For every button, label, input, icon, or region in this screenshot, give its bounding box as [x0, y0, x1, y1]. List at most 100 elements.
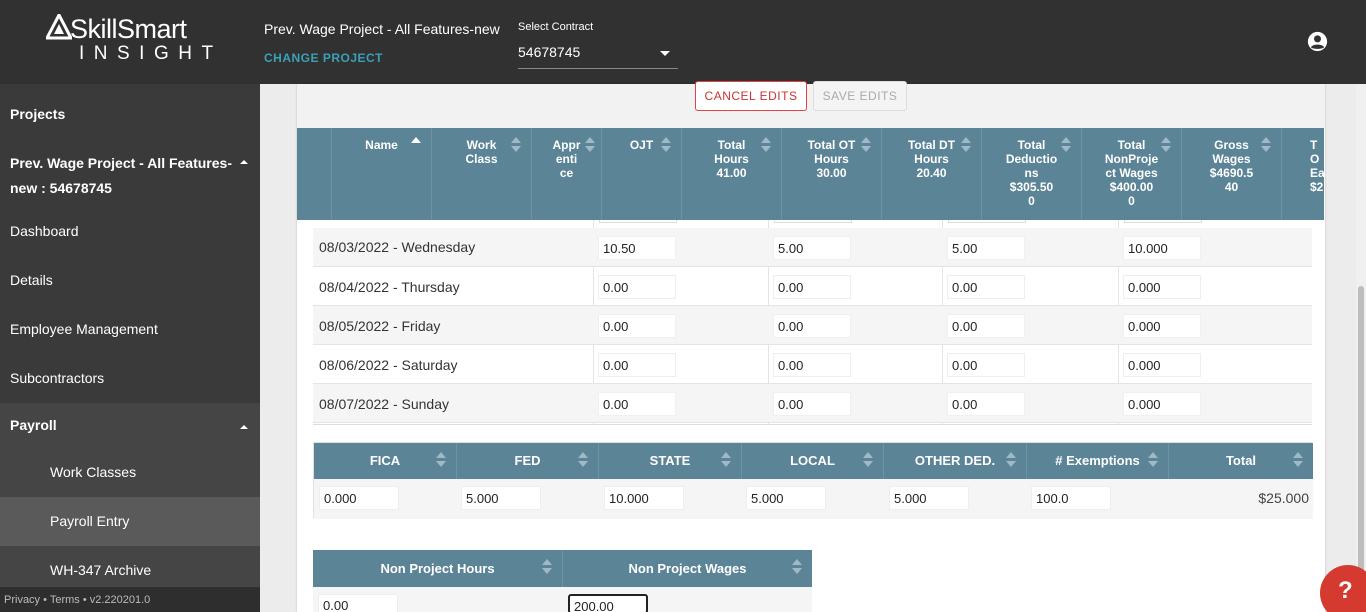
header-label: STATE [649, 453, 691, 468]
fica-input[interactable]: 0.000 [319, 486, 399, 510]
sort-icon[interactable] [863, 452, 873, 470]
sidebar-item-details[interactable]: Details [0, 272, 260, 288]
dt-hours-input[interactable]: 0.00 [947, 392, 1025, 416]
table-row: 08/03/2022 - Wednesday 10.50 5.00 5.00 1… [313, 228, 1312, 267]
sort-icon[interactable] [1148, 452, 1158, 470]
header-total-nonproject-wages[interactable]: Total NonProje ct Wages $400.00 0 [1082, 128, 1182, 220]
header-total-dt-hours[interactable]: Total DT Hours 20.40 [882, 128, 982, 220]
header-local[interactable]: LOCAL [742, 443, 884, 479]
regular-hours-input[interactable]: 0.00 [598, 314, 676, 338]
daily-hours-table: 08/03/2022 - Wednesday 10.50 5.00 5.00 1… [313, 220, 1312, 425]
header-total-ot-hours[interactable]: Total OT Hours 30.00 [782, 128, 882, 220]
header-ojt[interactable]: OJT [602, 128, 682, 220]
sidebar-item-wh347-archive[interactable]: WH-347 Archive [0, 546, 260, 587]
dt-hours-input[interactable]: 0.00 [947, 314, 1025, 338]
regular-hours-input[interactable]: 0.00 [598, 353, 676, 377]
rate-input[interactable]: 10.000 [1123, 236, 1201, 260]
header-label: T O Ear $2 [1310, 138, 1324, 194]
table-row: 08/07/2022 - Sunday 0.00 0.00 0.00 0.000 [313, 384, 1312, 423]
sort-icon[interactable] [542, 559, 552, 577]
header-exemptions[interactable]: # Exemptions [1027, 443, 1169, 479]
header-apprentice[interactable]: Appr enti ce [532, 128, 602, 220]
regular-hours-input[interactable]: 0.00 [598, 275, 676, 299]
header-label: Total [1225, 453, 1257, 468]
sidebar-item-projects[interactable]: Projects [0, 106, 260, 122]
header-total-deductions[interactable]: Total Deductio ns $305.50 0 [982, 128, 1082, 220]
exemptions-input[interactable]: 100.0 [1031, 486, 1111, 510]
ot-hours-input[interactable]: 0.00 [773, 392, 851, 416]
header-fica[interactable]: FICA [314, 443, 457, 479]
header-state[interactable]: STATE [599, 443, 742, 479]
sort-icon[interactable] [661, 137, 671, 155]
sidebar-item-payroll[interactable]: Payroll [0, 403, 260, 452]
non-project-row: 0.00 200.00 [313, 587, 812, 612]
table-row: 08/06/2022 - Saturday 0.00 0.00 0.00 0.0… [313, 345, 1312, 384]
sidebar-item-employee-management[interactable]: Employee Management [0, 321, 260, 337]
header-gross-wages[interactable]: Gross Wages $4690.5 40 [1182, 128, 1282, 220]
non-project-hours-input[interactable]: 0.00 [318, 594, 398, 612]
table-row: 08/04/2022 - Thursday 0.00 0.00 0.00 0.0… [313, 267, 1312, 306]
header-label: LOCAL [790, 453, 835, 468]
change-project-link[interactable]: CHANGE PROJECT [264, 51, 383, 65]
account-circle-icon[interactable] [1307, 31, 1328, 52]
state-input[interactable]: 10.000 [604, 486, 684, 510]
rate-input[interactable]: 0.000 [1123, 392, 1201, 416]
scrollbar-thumb[interactable] [1358, 286, 1364, 572]
header-non-project-hours[interactable]: Non Project Hours [313, 550, 563, 587]
sidebar-item-current-project[interactable]: Prev. Wage Project - All Features- new :… [0, 151, 260, 201]
deductions-table: FICA FED STATE LOCAL OTHER DED. # Exempt… [313, 442, 1313, 519]
rate-input[interactable]: 0.000 [1123, 275, 1201, 299]
local-input[interactable]: 5.000 [746, 486, 826, 510]
dt-hours-input[interactable]: 0.00 [947, 353, 1025, 377]
sort-icon[interactable] [1061, 137, 1071, 155]
day-label: 08/06/2022 - Saturday [319, 357, 458, 373]
skillsmart-logo[interactable]: SkillSmart INSIGHT [46, 14, 221, 64]
sidebar-item-work-classes[interactable]: Work Classes [0, 452, 260, 497]
sort-asc-icon[interactable] [411, 137, 421, 155]
sort-icon[interactable] [585, 137, 595, 155]
sidebar-item-subcontractors[interactable]: Subcontractors [0, 370, 260, 386]
sort-icon[interactable] [1006, 452, 1016, 470]
sort-icon[interactable] [792, 559, 802, 577]
ot-hours-input[interactable]: 5.00 [773, 236, 851, 260]
save-edits-button[interactable]: SAVE EDITS [813, 81, 907, 111]
sort-icon[interactable] [578, 452, 588, 470]
help-button[interactable]: ? [1320, 565, 1366, 612]
header-fed[interactable]: FED [457, 443, 599, 479]
header-total[interactable]: Total [1169, 443, 1313, 479]
header-total-other-earnings[interactable]: T O Ear $2 [1282, 128, 1324, 220]
current-project-line2: new : 54678745 [10, 180, 112, 196]
ot-hours-input[interactable]: 0.00 [773, 314, 851, 338]
ot-hours-input[interactable]: 0.00 [773, 353, 851, 377]
header-other-ded[interactable]: OTHER DED. [884, 443, 1027, 479]
sort-icon[interactable] [511, 137, 521, 155]
dt-hours-input[interactable]: 5.00 [947, 236, 1025, 260]
contract-select[interactable]: 54678745 [518, 40, 678, 69]
employee-grid-header: Name Work Class Appr enti ce OJT Total H… [297, 128, 1324, 220]
header-name[interactable]: Name [332, 128, 432, 220]
sort-icon[interactable] [1293, 452, 1303, 470]
dt-hours-input[interactable]: 0.00 [947, 275, 1025, 299]
ot-hours-input[interactable]: 0.00 [773, 275, 851, 299]
regular-hours-input[interactable]: 10.50 [598, 236, 676, 260]
sort-icon[interactable] [861, 137, 871, 155]
header-work-class[interactable]: Work Class [432, 128, 532, 220]
sort-icon[interactable] [1261, 137, 1271, 155]
cancel-edits-button[interactable]: CANCEL EDITS [695, 81, 807, 111]
other-ded-input[interactable]: 5.000 [889, 486, 969, 510]
sort-icon[interactable] [761, 137, 771, 155]
non-project-wages-input[interactable]: 200.00 [568, 594, 648, 612]
sidebar-item-payroll-entry[interactable]: Payroll Entry [0, 497, 260, 546]
sidebar-item-dashboard[interactable]: Dashboard [0, 223, 260, 239]
sort-icon[interactable] [436, 452, 446, 470]
rate-input[interactable]: 0.000 [1123, 353, 1201, 377]
header-non-project-wages[interactable]: Non Project Wages [563, 550, 812, 587]
rate-input[interactable]: 0.000 [1123, 314, 1201, 338]
regular-hours-input[interactable]: 0.00 [598, 392, 676, 416]
sidebar-footer[interactable]: Privacy • Terms • v2.220201.0 [0, 587, 260, 612]
sort-icon[interactable] [721, 452, 731, 470]
fed-input[interactable]: 5.000 [461, 486, 541, 510]
header-total-hours[interactable]: Total Hours 41.00 [682, 128, 782, 220]
sort-icon[interactable] [961, 137, 971, 155]
sort-icon[interactable] [1161, 137, 1171, 155]
